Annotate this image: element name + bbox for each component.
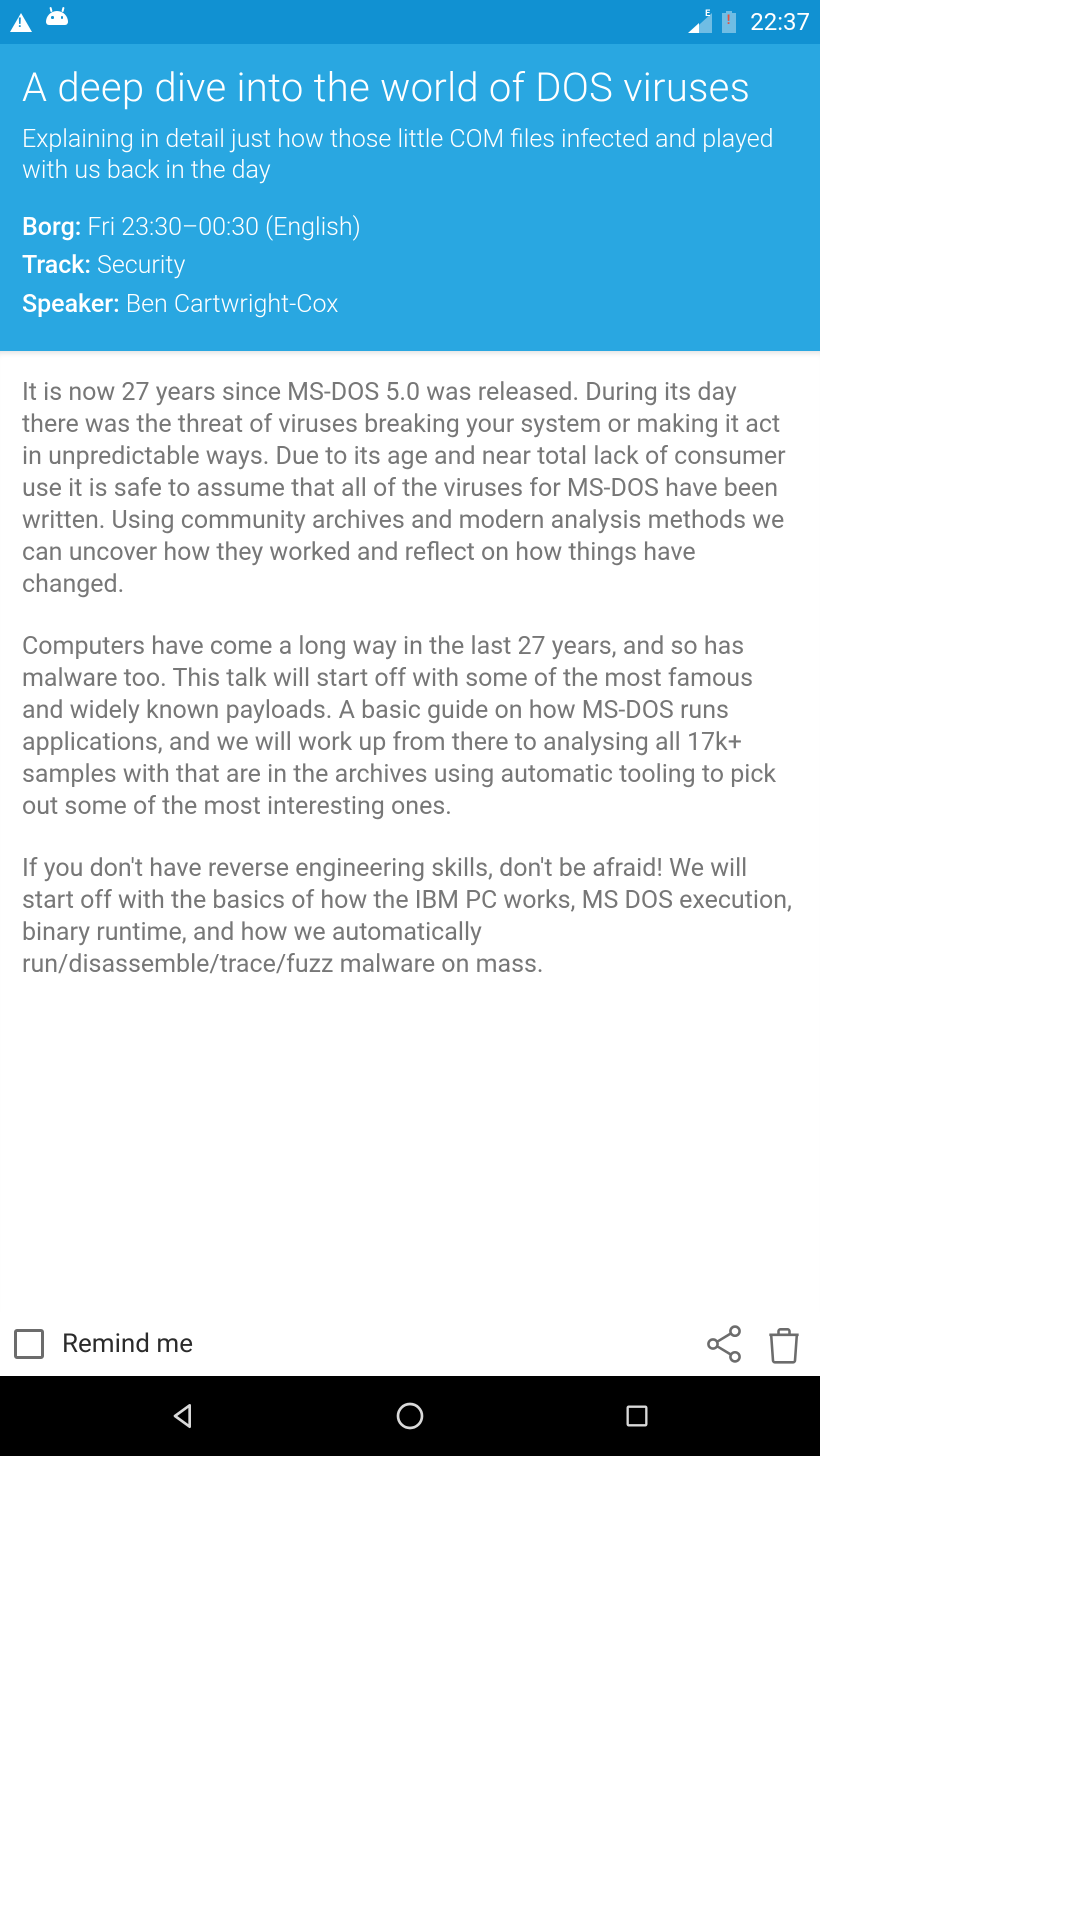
event-description[interactable]: It is now 27 years since MS-DOS 5.0 was … bbox=[0, 351, 820, 1312]
event-track-line: Track: Security bbox=[22, 247, 798, 286]
room-value: Fri 23:30–00:30 (English) bbox=[81, 213, 360, 242]
track-label: Track: bbox=[22, 251, 91, 280]
nav-recent-icon[interactable] bbox=[618, 1397, 656, 1435]
remind-me-control[interactable]: Remind me bbox=[14, 1329, 702, 1359]
event-subtitle: Explaining in detail just how those litt… bbox=[22, 124, 798, 187]
event-room-line: Borg: Fri 23:30–00:30 (English) bbox=[22, 209, 798, 248]
share-icon[interactable] bbox=[702, 1322, 746, 1366]
navigation-bar bbox=[0, 1376, 820, 1456]
android-icon bbox=[46, 11, 68, 33]
status-time: 22:37 bbox=[750, 8, 810, 36]
status-right: E ! 22:37 bbox=[688, 8, 810, 36]
warning-icon bbox=[10, 13, 32, 32]
remind-me-label: Remind me bbox=[62, 1329, 193, 1359]
event-header: A deep dive into the world of DOS viruse… bbox=[0, 44, 820, 351]
event-title: A deep dive into the world of DOS viruse… bbox=[22, 64, 798, 112]
event-speaker-line: Speaker: Ben Cartwright-Cox bbox=[22, 286, 798, 325]
remind-me-checkbox[interactable] bbox=[14, 1329, 44, 1359]
status-bar: E ! 22:37 bbox=[0, 0, 820, 44]
description-paragraph: It is now 27 years since MS-DOS 5.0 was … bbox=[22, 377, 798, 601]
description-paragraph: If you don't have reverse engineering sk… bbox=[22, 853, 798, 981]
action-icons bbox=[702, 1322, 806, 1366]
track-value: Security bbox=[91, 251, 185, 280]
signal-icon: E bbox=[688, 11, 712, 33]
speaker-value: Ben Cartwright-Cox bbox=[120, 290, 339, 319]
description-paragraph: Computers have come a long way in the la… bbox=[22, 631, 798, 823]
status-left bbox=[10, 11, 68, 33]
battery-icon: ! bbox=[722, 11, 736, 33]
trash-icon[interactable] bbox=[762, 1322, 806, 1366]
nav-back-icon[interactable] bbox=[164, 1397, 202, 1435]
room-label: Borg: bbox=[22, 213, 81, 242]
bottom-action-bar: Remind me bbox=[0, 1312, 820, 1376]
nav-home-icon[interactable] bbox=[391, 1397, 429, 1435]
speaker-label: Speaker: bbox=[22, 290, 120, 319]
